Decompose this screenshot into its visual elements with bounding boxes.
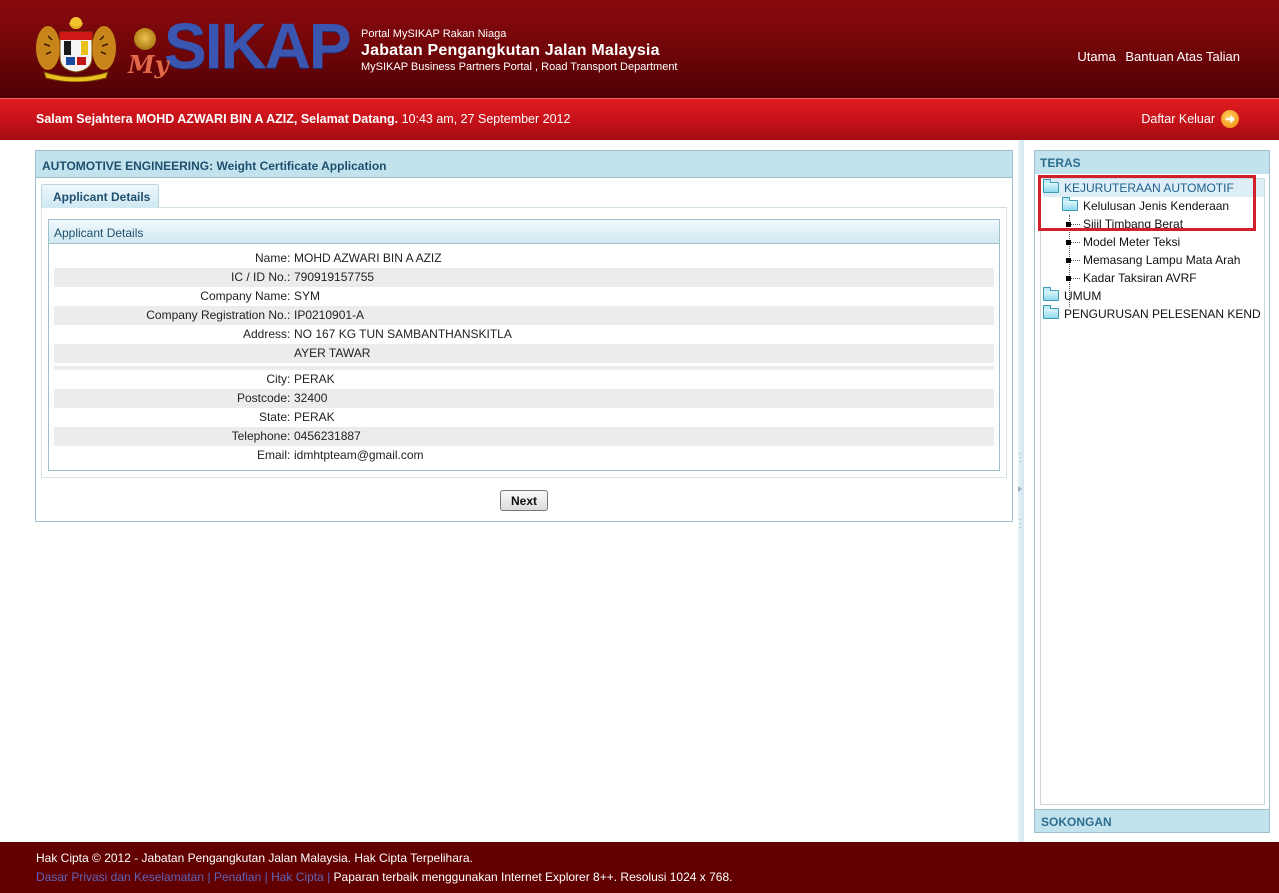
portal-title: Jabatan Pengangkutan Jalan Malaysia [361,42,660,59]
panel-title: AUTOMOTIVE ENGINEERING: Weight Certifica… [36,151,1012,178]
field-row-address-2: AYER TAWAR [54,344,994,363]
field-value: NO 167 KG TUN SAMBANTHANSKITLA [294,327,512,341]
tree-label: UMUM [1064,289,1102,303]
tree-label: PENGURUSAN PELESENAN KEND [1064,307,1261,321]
sidebar-title: TERAS [1035,151,1269,174]
field-label [54,344,287,363]
welcome-bar: Salam Sejahtera MOHD AZWARI BIN A AZIZ, … [0,98,1279,140]
application-panel: AUTOMOTIVE ENGINEERING: Weight Certifica… [35,150,1013,522]
field-label: Company Registration No. [146,308,287,322]
tree-label: Kadar Taksiran AVRF [1083,271,1197,285]
footer-link-disclaimer[interactable]: Penafian [214,870,261,884]
tree-item-kadar-taksiran[interactable]: Kadar Taksiran AVRF [1066,269,1197,287]
panel-splitter[interactable]: · · · · · · [1018,140,1024,842]
tab-strip: Applicant Details [41,184,1007,208]
section-title: Applicant Details [49,220,999,244]
footer-link-copyright[interactable]: Hak Cipta [271,870,324,884]
field-row-state: State: PERAK [54,408,994,427]
field-row-company-reg: Company Registration No.: IP0210901-A [54,306,994,325]
menu-tree: KEJURUTERAAN AUTOMOTIF Kelulusan Jenis K… [1040,178,1265,805]
jata-negara-crest-icon [36,17,116,82]
applicant-details-section: Applicant Details Name: MOHD AZWARI BIN A… [48,219,1000,471]
field-label: Postcode [236,391,287,405]
annotation-highlight-box [1038,175,1256,231]
field-row-address: Address: NO 167 KG TUN SAMBANTHANSKITLA [54,325,994,344]
browser-note: Paparan terbaik menggunakan Internet Exp… [330,870,733,884]
logo-sikap-text: SIKAP [164,10,352,82]
field-row-email: Email: idmhtpteam@gmail.com [54,446,994,465]
collapse-arrow-icon[interactable] [1018,486,1022,492]
tree-item-umum[interactable]: UMUM [1043,287,1101,305]
nav-link-bantuan[interactable]: Bantuan Atas Talian [1125,49,1240,64]
tree-item-memasang-lampu[interactable]: Memasang Lampu Mata Arah [1066,251,1240,269]
field-value: SYM [294,289,321,303]
portal-english-title: MySIKAP Business Partners Portal , Road … [361,61,678,73]
tree-label: Model Meter Teksi [1083,235,1181,249]
copyright-text: Hak Cipta © 2012 - Jabatan Pengangkutan … [36,851,473,865]
field-label: IC / ID No. [230,270,287,284]
site-footer: Hak Cipta © 2012 - Jabatan Pengangkutan … [0,842,1279,893]
field-row-postcode: Postcode:32400 [54,389,994,408]
tree-item-model-meter-teksi[interactable]: Model Meter Teksi [1066,233,1180,251]
welcome-message: Salam Sejahtera MOHD AZWARI BIN A AZIZ, … [36,112,570,126]
field-label: State [258,410,287,424]
logout-button[interactable]: Daftar Keluar ➜ [1141,110,1239,128]
logout-label: Daftar Keluar [1141,112,1215,126]
field-label: City [266,372,287,386]
field-value: AYER TAWAR [294,346,371,360]
greeting-text: Salam Sejahtera MOHD AZWARI BIN A AZIZ, … [36,112,399,126]
next-button[interactable]: Next [500,490,548,511]
portal-subtitle: Portal MySIKAP Rakan Niaga [361,28,507,40]
field-row-name: Name: MOHD AZWARI BIN A AZIZ [54,249,994,268]
footer-links-row: Dasar Privasi dan Keselamatan | Penafian… [36,870,732,884]
field-value: PERAK [294,410,335,424]
portal-title-block: Portal MySIKAP Rakan Niaga Jabatan Penga… [361,27,678,74]
login-datetime: 10:43 am, 27 September 2012 [398,112,571,126]
field-label: Company Name [200,289,287,303]
top-nav: Utama Bantuan Atas Talian [1071,49,1240,64]
site-header: SIKAP My Portal MySIKAP Rakan Niaga Jaba… [0,0,1279,98]
grip-dots-icon: · · · [1019,449,1022,466]
tree-item-pengurusan-pelesenan[interactable]: PENGURUSAN PELESENAN KEND [1043,305,1261,323]
field-label: Email [256,448,287,462]
field-value: 790919157755 [294,270,375,284]
tree-connector [1071,278,1080,279]
field-row-ic: IC / ID No.:790919157755 [54,268,994,287]
field-value: PERAK [294,372,335,386]
tree-connector [1071,260,1080,261]
arrow-right-circle-icon: ➜ [1221,110,1239,128]
folder-icon [1043,305,1059,319]
jpj-badge-icon [134,28,156,50]
sidebar-footer-sokongan[interactable]: SOKONGAN [1035,809,1269,832]
field-row-company-name: Company Name: SYM [54,287,994,306]
field-label: Address [242,327,287,341]
field-row-city: City: PERAK [54,370,994,389]
tab-content: Applicant Details Name: MOHD AZWARI BIN A… [41,208,1007,478]
tab-applicant-details[interactable]: Applicant Details [41,184,159,208]
field-value: IP0210901-A [294,308,365,322]
footer-link-privacy[interactable]: Dasar Privasi dan Keselamatan [36,870,204,884]
field-value: MOHD AZWARI BIN A AZIZ [294,251,442,265]
nav-link-utama[interactable]: Utama [1077,49,1115,64]
field-value: 0456231887 [294,429,361,443]
folder-icon [1043,287,1059,301]
grip-dots-icon: · · · [1019,515,1022,532]
field-value: 32400 [294,391,328,405]
field-row-telephone: Telephone:0456231887 [54,427,994,446]
tree-label: Memasang Lampu Mata Arah [1083,253,1241,267]
field-label: Name [254,251,287,265]
field-label: Telephone [231,429,287,443]
logo-my-text: My [128,50,169,79]
field-value: idmhtpteam@gmail.com [294,448,424,462]
menu-sidebar: TERAS KEJURUTERAAN AUTOMOTIF Kelulusan J… [1034,150,1270,833]
mysikap-logo: SIKAP My [128,14,352,82]
tree-connector [1071,242,1080,243]
details-table: Name: MOHD AZWARI BIN A AZIZ IC / ID No.:… [54,249,994,465]
